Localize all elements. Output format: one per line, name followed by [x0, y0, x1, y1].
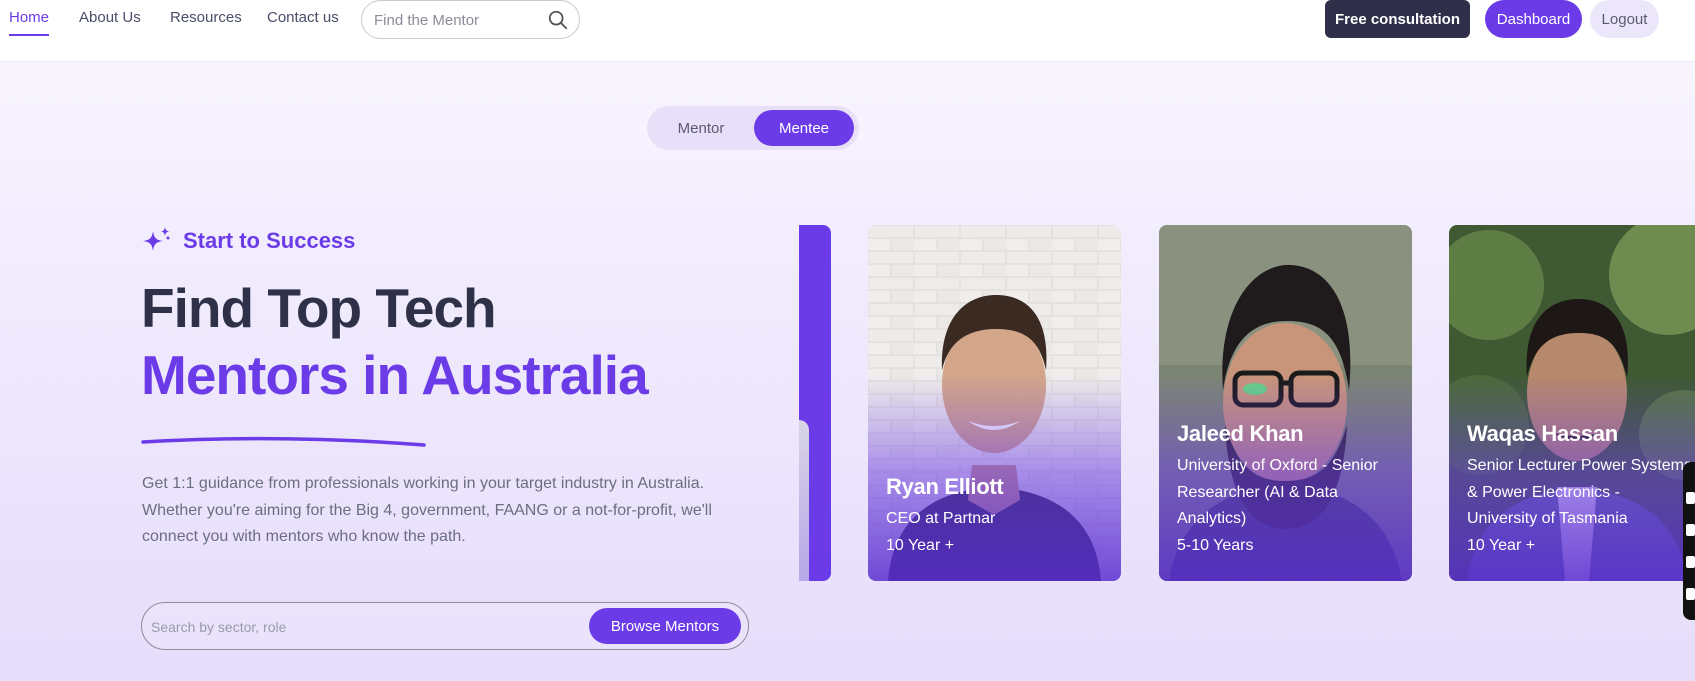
dashboard-button[interactable]: Dashboard — [1485, 0, 1582, 38]
search-icon[interactable] — [547, 9, 569, 31]
toolbar-icon[interactable] — [1686, 556, 1695, 568]
sector-search-box: Browse Mentors — [141, 602, 749, 650]
mentor-name: Ryan Elliott — [886, 474, 1004, 499]
mentor-info: Jaleed Khan University of Oxford - Senio… — [1177, 421, 1402, 559]
mentor-card-jaleed-khan[interactable]: Jaleed Khan University of Oxford - Senio… — [1159, 225, 1412, 581]
logout-button[interactable]: Logout — [1590, 0, 1659, 38]
toolbar-icon[interactable] — [1686, 492, 1695, 504]
toggle-mentor[interactable]: Mentor — [651, 110, 751, 146]
mentor-role: Senior Lecturer Power Systems & Power El… — [1467, 457, 1692, 527]
partial-card-photo — [799, 420, 809, 581]
mentor-info: Waqas Hassan Senior Lecturer Power Syste… — [1467, 421, 1692, 559]
browse-mentors-button[interactable]: Browse Mentors — [589, 608, 741, 644]
floating-toolbar[interactable] — [1683, 462, 1695, 620]
mentor-experience: 10 Year + — [886, 536, 955, 554]
mentor-card-waqas-hassan[interactable]: Waqas Hassan Senior Lecturer Power Syste… — [1449, 225, 1695, 581]
mentor-search-input[interactable] — [374, 10, 544, 30]
role-toggle: Mentor Mentee — [647, 106, 859, 150]
mentor-role: University of Oxford - Senior Researcher… — [1177, 457, 1378, 527]
toolbar-icon[interactable] — [1686, 588, 1695, 600]
toggle-mentee[interactable]: Mentee — [754, 110, 854, 146]
mentor-role: CEO at Partnar — [886, 510, 996, 527]
mentor-experience: 10 Year + — [1467, 536, 1536, 554]
mentor-experience: 5-10 Years — [1177, 536, 1254, 554]
mentor-card-ryan-elliott[interactable]: Ryan Elliott CEO at Partnar 10 Year + — [868, 225, 1121, 581]
nav-link-about-us[interactable]: About Us — [79, 9, 141, 34]
mentor-info: Ryan Elliott CEO at Partnar 10 Year + — [886, 474, 1111, 559]
mentor-name: Jaleed Khan — [1177, 421, 1304, 446]
mentor-card-partial[interactable] — [799, 225, 831, 581]
hero-title-line2: Mentors in Australia — [141, 344, 649, 406]
mentor-search-box — [361, 0, 580, 39]
hero-title-line1: Find Top Tech — [141, 277, 497, 339]
eyebrow-text: Start to Success — [183, 228, 356, 253]
hero-description: Get 1:1 guidance from professionals work… — [142, 475, 712, 545]
mentor-name: Waqas Hassan — [1467, 421, 1618, 446]
sparkle-icon — [143, 227, 170, 251]
nav-link-home[interactable]: Home — [9, 9, 50, 36]
sector-search-input[interactable] — [151, 616, 571, 638]
hero-eyebrow: Start to Success — [141, 224, 355, 258]
nav-link-resources[interactable]: Resources — [170, 9, 242, 34]
top-navbar: Home About Us Resources Contact us Free … — [0, 0, 1695, 62]
nav-link-contact-us[interactable]: Contact us — [267, 9, 339, 34]
title-underline-decoration — [141, 436, 426, 447]
toolbar-icon[interactable] — [1686, 524, 1695, 536]
free-consultation-button[interactable]: Free consultation — [1325, 0, 1470, 38]
